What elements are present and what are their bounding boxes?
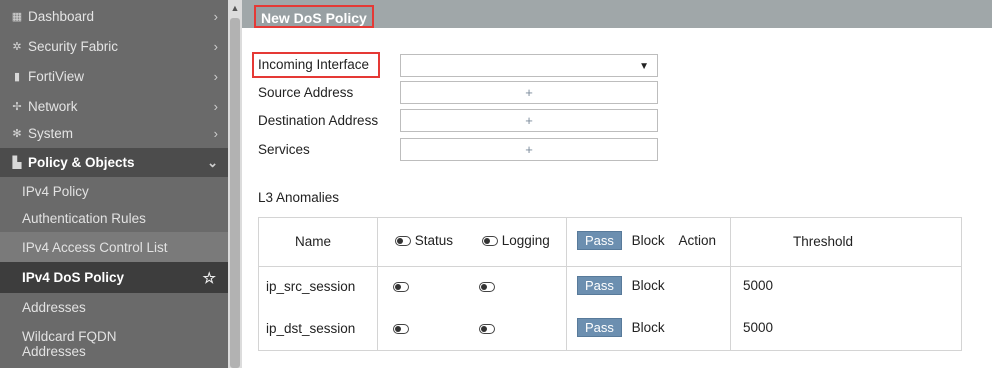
row-status-toggle[interactable]: [393, 321, 409, 336]
column-header-action-label: Action: [678, 233, 716, 248]
column-divider: [377, 218, 378, 350]
dropdown-caret-icon: ▼: [639, 61, 649, 72]
sidebar-item-label: Wildcard FQDN: [22, 329, 117, 344]
row-action: Pass Block: [577, 318, 665, 337]
pass-button[interactable]: Pass: [577, 318, 622, 337]
column-header-status-label: Status: [414, 233, 454, 248]
gear-icon: ✻: [12, 128, 22, 140]
l3-anomalies-title: L3 Anomalies: [258, 190, 340, 205]
source-address-field[interactable]: +: [400, 81, 658, 104]
logging-toggle-icon[interactable]: [482, 236, 498, 247]
policy-icon: ▙: [12, 157, 22, 169]
star-icon[interactable]: ☆: [203, 269, 216, 287]
services-label: Services: [258, 142, 310, 157]
row-name: ip_dst_session: [266, 321, 356, 336]
nav-policy-objects-label: Policy & Objects: [28, 155, 135, 170]
row-action: Pass Block: [577, 276, 665, 295]
nav-fortiview-label: FortiView: [28, 69, 85, 84]
block-button[interactable]: Block: [632, 278, 665, 293]
chevron-right-icon: ›: [213, 9, 218, 24]
sidebar-item-label: Addresses: [22, 344, 86, 359]
nav-security-fabric-label: Security Fabric: [28, 39, 119, 54]
column-header-action: Pass Block Action: [577, 231, 716, 250]
nav-security-fabric[interactable]: ✲ Security Fabric ›: [0, 33, 228, 60]
sidebar-item-authentication-rules[interactable]: Authentication Rules: [0, 205, 228, 231]
sidebar-item-wildcard-fqdn-addresses[interactable]: Wildcard FQDN Addresses: [0, 322, 228, 366]
page-title: New DoS Policy: [254, 5, 374, 28]
scroll-up-icon[interactable]: ▲: [228, 3, 242, 13]
toggle-icon[interactable]: [479, 324, 495, 335]
row-status-toggle[interactable]: [393, 279, 409, 294]
chevron-right-icon: ›: [213, 99, 218, 114]
column-header-logging[interactable]: Logging: [482, 233, 550, 248]
fortiview-icon: ▮: [13, 71, 21, 83]
row-logging-toggle[interactable]: [479, 279, 495, 294]
sidebar-item-ipv4-dos-policy[interactable]: IPv4 DoS Policy ☆: [0, 262, 228, 293]
column-divider: [730, 218, 731, 350]
security-fabric-icon: ✲: [12, 41, 22, 53]
pass-button[interactable]: Pass: [577, 276, 622, 295]
pass-all-button[interactable]: Pass: [577, 231, 622, 250]
column-header-threshold: Threshold: [793, 234, 854, 249]
sidebar: ▦ Dashboard › ✲ Security Fabric › ▮ Fort…: [0, 0, 228, 368]
nav-fortiview[interactable]: ▮ FortiView ›: [0, 63, 228, 90]
incoming-interface-label: Incoming Interface: [258, 57, 370, 72]
row-threshold[interactable]: 5000: [743, 320, 773, 335]
sidebar-item-label: Addresses: [22, 299, 86, 315]
status-toggle-icon[interactable]: [395, 236, 411, 247]
sidebar-item-label: Authentication Rules: [22, 210, 146, 226]
toggle-icon[interactable]: [393, 282, 409, 293]
nav-system-label: System: [28, 126, 74, 141]
sidebar-item-label: IPv4 Access Control List: [22, 239, 168, 255]
sidebar-item-ipv4-access-control-list[interactable]: IPv4 Access Control List: [0, 232, 228, 262]
add-icon: +: [525, 85, 533, 100]
row-threshold[interactable]: 5000: [743, 278, 773, 293]
header-divider: [259, 266, 961, 267]
chevron-right-icon: ›: [213, 39, 218, 54]
nav-network[interactable]: ✢ Network ›: [0, 93, 228, 120]
network-icon: ✢: [12, 101, 22, 113]
sidebar-item-label: IPv4 Policy: [22, 183, 89, 199]
scrollbar-thumb[interactable]: [230, 18, 240, 368]
source-address-label: Source Address: [258, 85, 354, 100]
l3-anomalies-table: Name Status Logging Pass Block Action Th…: [258, 217, 962, 351]
column-header-name: Name: [295, 234, 332, 249]
incoming-interface-select[interactable]: ▼: [400, 54, 658, 77]
block-all-button[interactable]: Block: [632, 233, 665, 248]
column-divider: [566, 218, 567, 350]
toggle-icon[interactable]: [393, 324, 409, 335]
row-name: ip_src_session: [266, 279, 356, 294]
sidebar-item-addresses[interactable]: Addresses: [0, 294, 228, 320]
block-button[interactable]: Block: [632, 320, 665, 335]
column-header-status[interactable]: Status: [395, 233, 453, 248]
nav-network-label: Network: [28, 99, 78, 114]
nav-policy-objects[interactable]: ▙ Policy & Objects ⌄: [0, 148, 228, 177]
sidebar-item-ipv4-policy[interactable]: IPv4 Policy: [0, 178, 228, 204]
column-header-logging-label: Logging: [501, 233, 550, 248]
services-field[interactable]: +: [400, 138, 658, 161]
destination-address-label: Destination Address: [258, 113, 379, 128]
dashboard-icon: ▦: [11, 11, 23, 23]
nav-dashboard[interactable]: ▦ Dashboard ›: [0, 3, 228, 30]
nav-system[interactable]: ✻ System ›: [0, 120, 228, 147]
row-logging-toggle[interactable]: [479, 321, 495, 336]
sidebar-scrollbar[interactable]: ▲: [228, 0, 242, 368]
chevron-down-icon: ⌄: [207, 154, 218, 170]
destination-address-field[interactable]: +: [400, 109, 658, 132]
add-icon: +: [525, 142, 533, 157]
nav-dashboard-label: Dashboard: [28, 9, 95, 24]
add-icon: +: [525, 113, 533, 128]
sidebar-item-label: IPv4 DoS Policy: [22, 270, 125, 285]
toggle-icon[interactable]: [479, 282, 495, 293]
chevron-right-icon: ›: [213, 69, 218, 84]
chevron-right-icon: ›: [213, 126, 218, 141]
